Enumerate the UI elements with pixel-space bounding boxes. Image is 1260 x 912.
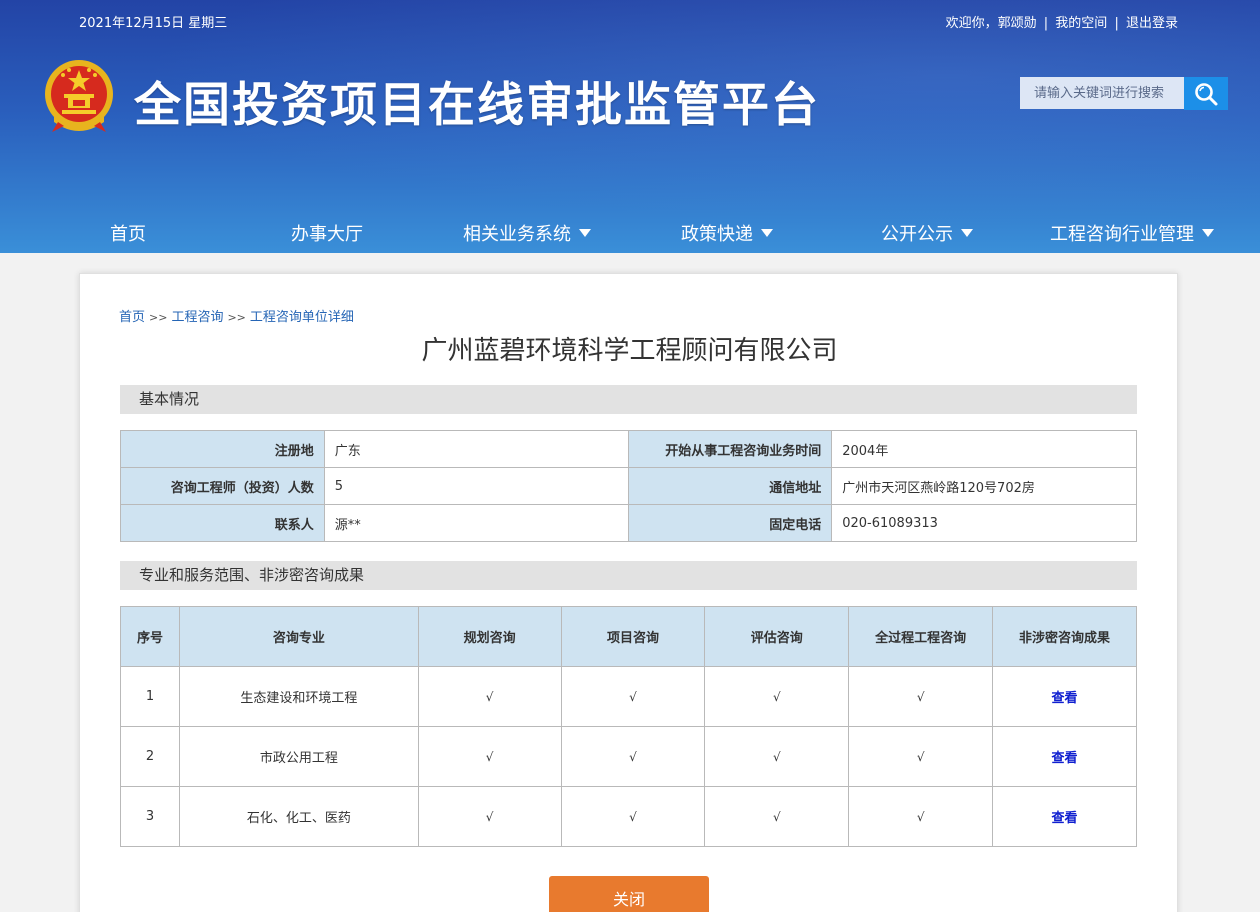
- column-header: 序号: [120, 606, 180, 667]
- nav-item-label: 首页: [110, 224, 146, 245]
- check-mark: √: [560, 666, 706, 727]
- field-label: 固定电话: [628, 504, 833, 542]
- specialty-name: 市政公用工程: [178, 726, 419, 787]
- table-row: 3 石化、化工、医药 √ √ √ √ 查看: [120, 786, 1137, 847]
- column-header: 评估咨询: [704, 606, 850, 667]
- logout-link[interactable]: 退出登录: [1126, 16, 1178, 31]
- field-label: 通信地址: [628, 467, 833, 505]
- national-emblem-icon: [45, 60, 113, 132]
- nav-item-related-systems[interactable]: 相关业务系统: [463, 220, 591, 246]
- user-links: 欢迎你，郭颂勋 | 我的空间 | 退出登录: [946, 12, 1178, 31]
- check-mark: √: [560, 726, 706, 787]
- row-number: 3: [120, 786, 180, 847]
- check-mark: √: [704, 786, 850, 847]
- table-row: 2 市政公用工程 √ √ √ √ 查看: [120, 726, 1137, 787]
- site-header: 2021年12月15日 星期三 欢迎你，郭颂勋 | 我的空间 | 退出登录 全国…: [0, 0, 1260, 253]
- result-cell: 查看: [992, 726, 1137, 787]
- nav-item-home[interactable]: 首页: [110, 220, 146, 246]
- field-label: 咨询工程师（投资）人数: [120, 467, 325, 505]
- table-row: 咨询工程师（投资）人数 5 通信地址 广州市天河区燕岭路120号702房: [120, 467, 1137, 505]
- field-value: 源**: [323, 504, 630, 542]
- row-number: 2: [120, 726, 180, 787]
- section-services: 专业和服务范围、非涉密咨询成果: [120, 561, 1137, 590]
- view-result-link[interactable]: 查看: [1052, 691, 1078, 706]
- separator: |: [1043, 16, 1049, 31]
- main-nav: 首页 办事大厅 相关业务系统 政策快递 公开公示 工程咨询行业管理: [0, 210, 1260, 253]
- nav-item-label: 办事大厅: [291, 224, 363, 245]
- table-row: 1 生态建设和环境工程 √ √ √ √ 查看: [120, 666, 1137, 727]
- check-mark: √: [704, 726, 850, 787]
- breadcrumb-unit-detail[interactable]: 工程咨询单位详细: [250, 310, 354, 325]
- field-value: 广州市天河区燕岭路120号702房: [831, 467, 1137, 505]
- specialty-name: 生态建设和环境工程: [178, 666, 419, 727]
- field-label: 联系人: [120, 504, 325, 542]
- detail-card: 首页 >> 工程咨询 >> 工程咨询单位详细 广州蓝碧环境科学工程顾问有限公司 基本情况…: [79, 273, 1178, 912]
- nav-item-public-notice[interactable]: 公开公示: [881, 220, 973, 246]
- row-number: 1: [120, 666, 180, 727]
- search-input[interactable]: [1020, 77, 1184, 109]
- nav-item-service-hall[interactable]: 办事大厅: [291, 220, 363, 246]
- check-mark: √: [417, 666, 562, 727]
- field-label: 开始从事工程咨询业务时间: [628, 430, 833, 468]
- nav-item-label: 相关业务系统: [463, 224, 571, 245]
- breadcrumb: 首页 >> 工程咨询 >> 工程咨询单位详细: [119, 306, 354, 325]
- field-value: 广东: [323, 430, 630, 468]
- nav-item-label: 公开公示: [881, 224, 953, 245]
- check-mark: √: [560, 786, 706, 847]
- breadcrumb-home[interactable]: 首页: [119, 310, 145, 325]
- result-cell: 查看: [992, 786, 1137, 847]
- field-value: 5: [323, 467, 630, 505]
- field-label: 注册地: [120, 430, 325, 468]
- column-header: 规划咨询: [417, 606, 562, 667]
- services-table: 序号 咨询专业 规划咨询 项目咨询 评估咨询 全过程工程咨询 非涉密咨询成果 1…: [120, 606, 1137, 847]
- column-header: 非涉密咨询成果: [992, 606, 1137, 667]
- column-header: 项目咨询: [560, 606, 706, 667]
- table-header-row: 序号 咨询专业 规划咨询 项目咨询 评估咨询 全过程工程咨询 非涉密咨询成果: [120, 606, 1137, 667]
- field-value: 020-61089313: [831, 504, 1137, 542]
- section-basic-info: 基本情况: [120, 385, 1137, 414]
- check-mark: √: [848, 726, 994, 787]
- view-result-link[interactable]: 查看: [1052, 811, 1078, 826]
- check-mark: √: [848, 666, 994, 727]
- close-button[interactable]: 关闭: [549, 876, 709, 912]
- caret-down-icon: [1202, 229, 1214, 237]
- check-mark: √: [417, 786, 562, 847]
- welcome-user-link[interactable]: 欢迎你，郭颂勋: [946, 16, 1037, 31]
- table-row: 注册地 广东 开始从事工程咨询业务时间 2004年: [120, 430, 1137, 468]
- nav-item-label: 工程咨询行业管理: [1050, 224, 1194, 245]
- table-row: 联系人 源** 固定电话 020-61089313: [120, 504, 1137, 542]
- current-date: 2021年12月15日 星期三: [79, 16, 228, 31]
- column-header: 咨询专业: [178, 606, 419, 667]
- site-title: 全国投资项目在线审批监管平台: [134, 78, 820, 133]
- search-icon: [1195, 82, 1218, 105]
- caret-down-icon: [761, 229, 773, 237]
- check-mark: √: [417, 726, 562, 787]
- view-result-link[interactable]: 查看: [1052, 751, 1078, 766]
- caret-down-icon: [961, 229, 973, 237]
- specialty-name: 石化、化工、医药: [178, 786, 419, 847]
- breadcrumb-separator: >>: [227, 311, 246, 324]
- separator: |: [1114, 16, 1119, 31]
- nav-item-industry-management[interactable]: 工程咨询行业管理: [1050, 220, 1214, 246]
- check-mark: √: [848, 786, 994, 847]
- caret-down-icon: [579, 229, 591, 237]
- basic-info-table: 注册地 广东 开始从事工程咨询业务时间 2004年 咨询工程师（投资）人数 5 …: [120, 430, 1137, 542]
- nav-item-policy-express[interactable]: 政策快递: [681, 220, 773, 246]
- company-name: 广州蓝碧环境科学工程顾问有限公司: [421, 336, 838, 366]
- breadcrumb-separator: >>: [149, 311, 168, 324]
- nav-item-label: 政策快递: [681, 224, 753, 245]
- my-space-link[interactable]: 我的空间: [1055, 16, 1107, 31]
- breadcrumb-engineering-consulting[interactable]: 工程咨询: [171, 310, 223, 325]
- column-header: 全过程工程咨询: [848, 606, 994, 667]
- field-value: 2004年: [831, 430, 1137, 468]
- check-mark: √: [704, 666, 850, 727]
- result-cell: 查看: [992, 666, 1137, 727]
- search-button[interactable]: [1184, 77, 1228, 110]
